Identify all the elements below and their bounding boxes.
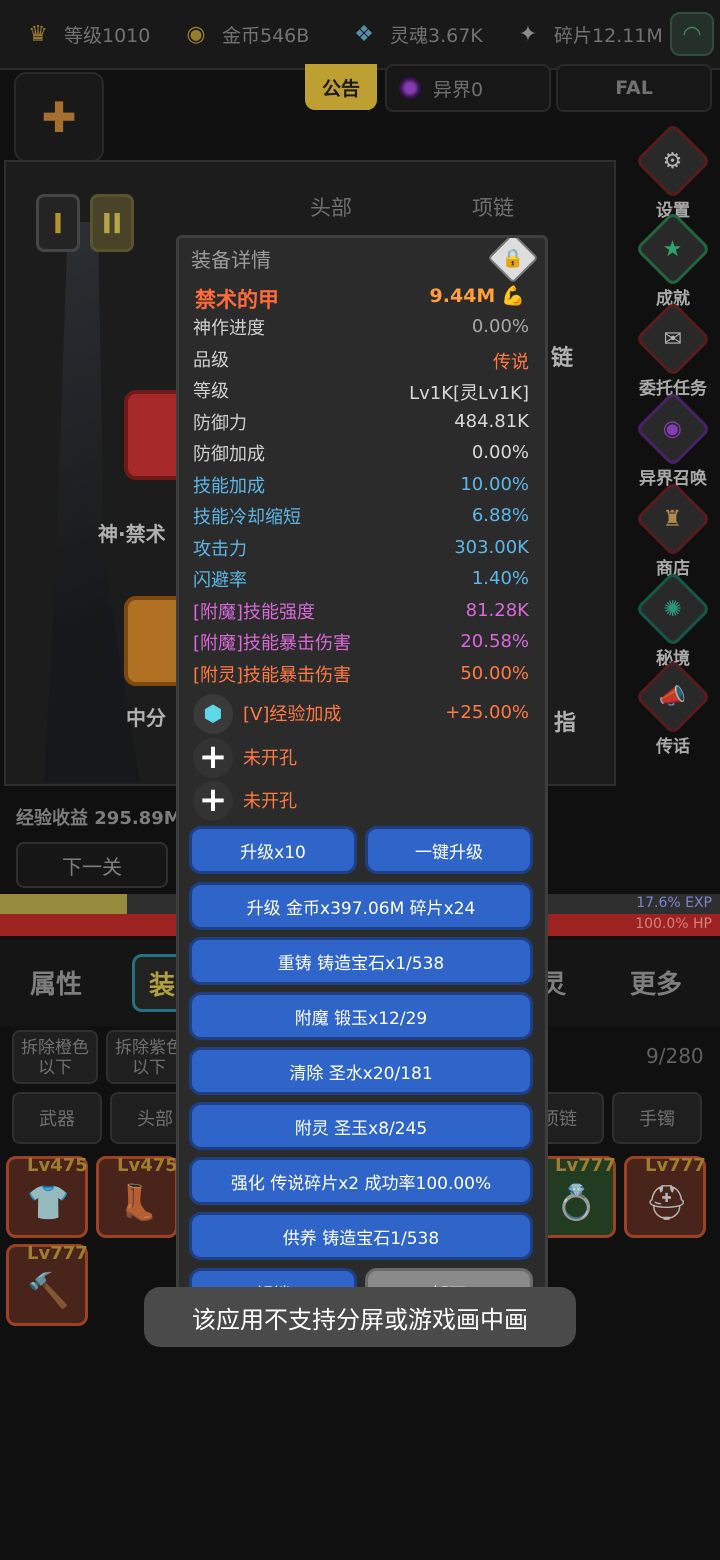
upgrade-x10-button[interactable]: 升级x10 xyxy=(189,826,357,874)
stat-value: 1.40% xyxy=(471,568,529,589)
strengthen-button[interactable]: 强化 传说碎片x2 成功率100.00% xyxy=(189,1157,533,1205)
stat-label: 等级 xyxy=(193,381,229,402)
stat-value: Lv1K[灵Lv1K] xyxy=(409,383,529,404)
stat-label: 神作进度 xyxy=(193,318,265,339)
stat-row: 攻击力 303.00K xyxy=(193,535,529,565)
stat-value: 0.00% xyxy=(471,316,529,337)
item-name: 禁术的甲 xyxy=(195,288,279,312)
stat-row: [附魔]技能强度 81.28K xyxy=(193,598,529,628)
stat-row: 品级 传说 xyxy=(193,346,529,376)
plus-icon: + xyxy=(193,738,233,778)
stat-label: [附魔]技能暴击伤害 xyxy=(193,633,352,654)
gem-stat-value: +25.00% xyxy=(445,702,529,723)
stat-label: 防御力 xyxy=(193,412,247,434)
empty-socket[interactable]: + 未开孔 xyxy=(193,781,393,821)
gem-icon: ⬢ xyxy=(193,694,233,734)
toast-message: 该应用不支持分屏或游戏画中画 xyxy=(144,1287,576,1347)
stat-label: 技能加成 xyxy=(193,475,265,497)
recast-button[interactable]: 重铸 铸造宝石x1/538 xyxy=(189,937,533,985)
modal-title: 装备详情 xyxy=(191,248,271,272)
stat-value: 50.00% xyxy=(460,662,529,684)
stat-label: 闪避率 xyxy=(193,570,247,591)
stat-row: [附灵]技能暴击伤害 50.00% xyxy=(193,661,529,691)
stat-value: 303.00K xyxy=(454,536,529,558)
stat-row: 神作进度 0.00% xyxy=(193,314,529,344)
stat-value: 20.58% xyxy=(460,631,529,652)
stat-row: 防御力 484.81K xyxy=(193,409,529,439)
spirit-attach-button[interactable]: 附灵 圣玉x8/245 xyxy=(189,1102,533,1150)
stat-row: 等级 Lv1K[灵Lv1K] xyxy=(193,377,529,407)
stat-row: 技能冷却缩短 6.88% xyxy=(193,503,529,533)
clear-button[interactable]: 清除 圣水x20/181 xyxy=(189,1047,533,1095)
one-click-upgrade-button[interactable]: 一键升级 xyxy=(365,826,533,874)
stat-label: 防御加成 xyxy=(193,444,265,465)
stat-label: 技能冷却缩短 xyxy=(193,507,301,528)
stat-label: [附魔]技能强度 xyxy=(193,601,316,623)
stat-label: [附灵]技能暴击伤害 xyxy=(193,664,352,686)
stat-value: 10.00% xyxy=(460,473,529,495)
stat-row: 技能加成 10.00% xyxy=(193,472,529,502)
strength-icon: 💪 xyxy=(501,285,525,307)
stat-value: 81.28K xyxy=(465,599,529,621)
stat-value: 传说 xyxy=(493,351,529,373)
upgrade-button[interactable]: 升级 金币x397.06M 碎片x24 xyxy=(189,882,533,930)
gem-socket[interactable]: ⬢ [V]经验加成 +25.00% xyxy=(193,694,529,734)
gem-stat-label: [V]经验加成 xyxy=(243,704,342,725)
empty-socket[interactable]: + 未开孔 xyxy=(193,738,393,778)
equipment-detail-modal: 装备详情 🔒 禁术的甲 9.44M 💪 神作进度 0.00% 品级 传说等级 Lv1K[灵… xyxy=(176,235,548,1305)
stat-value: 0.00% xyxy=(471,442,529,463)
nurture-button[interactable]: 供养 铸造宝石1/538 xyxy=(189,1212,533,1260)
lock-icon[interactable]: 🔒 xyxy=(487,238,539,284)
stat-row: 防御加成 0.00% xyxy=(193,440,529,470)
stat-row: [附魔]技能暴击伤害 20.58% xyxy=(193,629,529,659)
stat-label: 品级 xyxy=(193,349,229,371)
enchant-button[interactable]: 附魔 锻玉x12/29 xyxy=(189,992,533,1040)
stat-value: 6.88% xyxy=(471,505,529,526)
item-power: 9.44M 💪 xyxy=(429,285,525,307)
stat-value: 484.81K xyxy=(454,410,529,432)
stat-label: 攻击力 xyxy=(193,538,247,560)
stat-row: 闪避率 1.40% xyxy=(193,566,529,596)
plus-icon: + xyxy=(193,781,233,821)
